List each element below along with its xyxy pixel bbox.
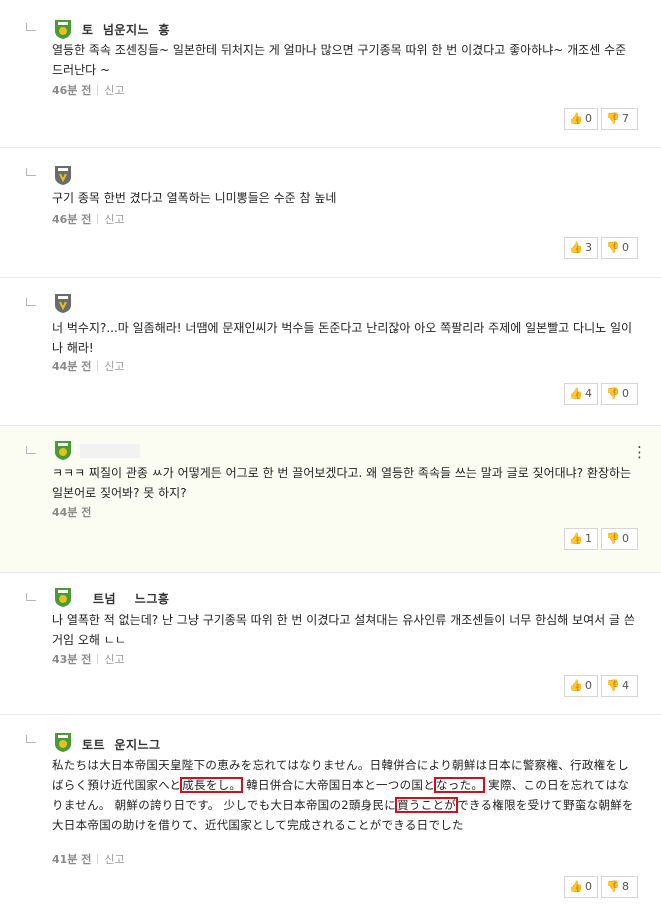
user-level-badge-icon bbox=[55, 588, 71, 607]
comment-item: 토 넘운지느 흥 열등한 족속 조센징들~ 일본한테 뒤처지는 게 얼마나 많으… bbox=[0, 0, 661, 148]
comment-text: 열등한 족속 조센징들~ 일본한테 뒤처지는 게 얼마나 많으면 구기종목 따위… bbox=[52, 43, 627, 77]
thumbs-down-icon: 👎 bbox=[606, 112, 620, 125]
dislike-button[interactable]: 👎 0 bbox=[601, 237, 638, 259]
vote-group: 👍 0 👎 8 bbox=[564, 876, 638, 898]
thumbs-up-icon: 👍 bbox=[569, 532, 583, 545]
user-level-badge-icon bbox=[55, 166, 71, 185]
comment-item: 너 벅수지?...마 일좀해라! 너땜에 문재인씨가 벅수들 돈준다고 난리잖아… bbox=[0, 278, 661, 426]
thumbs-up-icon: 👍 bbox=[569, 112, 583, 125]
comment-meta: 41분 전 신고 bbox=[52, 851, 125, 867]
thumbs-down-icon: 👎 bbox=[606, 241, 620, 254]
report-link[interactable]: 신고 bbox=[104, 853, 124, 866]
like-button[interactable]: 👍 1 bbox=[564, 528, 598, 550]
like-count: 1 bbox=[585, 532, 592, 545]
user-level-badge-icon bbox=[55, 441, 71, 460]
thumbs-up-icon: 👍 bbox=[569, 679, 583, 692]
thumbs-up-icon: 👍 bbox=[569, 880, 583, 893]
vote-group: 👍 1 👎 0 bbox=[564, 528, 638, 550]
dislike-button[interactable]: 👎 8 bbox=[601, 876, 638, 898]
comment-meta: 44분 전 신고 bbox=[52, 358, 125, 374]
user-level-badge-icon bbox=[55, 20, 71, 39]
comment-text: 私たちは大日本帝国天皇陛下の恵みを忘れてはなりません。日韓併合により朝鮮は日本に… bbox=[52, 755, 637, 835]
comment-time: 43분 전 bbox=[52, 653, 92, 666]
vote-group: 👍 3 👎 0 bbox=[564, 237, 638, 259]
dislike-count: 0 bbox=[622, 387, 629, 400]
like-button[interactable]: 👍 0 bbox=[564, 108, 598, 130]
dislike-count: 7 bbox=[622, 112, 629, 125]
comment-text: 구기 종목 한번 겼다고 열폭하는 니미뽕들은 수준 참 높네 bbox=[52, 191, 337, 205]
highlighted-phrase: 買うことが bbox=[395, 797, 459, 813]
comment-meta: 46분 전 신고 bbox=[52, 211, 125, 227]
divider bbox=[97, 854, 99, 864]
reply-arrow-icon bbox=[26, 593, 36, 601]
reply-arrow-icon bbox=[26, 735, 36, 743]
like-count: 4 bbox=[585, 387, 592, 400]
vote-group: 👍 0 👎 4 bbox=[564, 675, 638, 697]
comment-time: 44분 전 bbox=[52, 360, 92, 373]
thumbs-up-icon: 👍 bbox=[569, 241, 583, 254]
like-count: 0 bbox=[585, 112, 592, 125]
dislike-button[interactable]: 👎 0 bbox=[601, 528, 638, 550]
reply-arrow-icon bbox=[26, 23, 36, 31]
reply-arrow-icon bbox=[26, 446, 36, 454]
thumbs-down-icon: 👎 bbox=[606, 880, 620, 893]
comment-author-redacted bbox=[80, 444, 140, 458]
comment-author[interactable]: 토트 운지느그 bbox=[82, 736, 161, 753]
comment-time: 41분 전 bbox=[52, 853, 92, 866]
user-level-badge-icon bbox=[55, 733, 71, 752]
comment-author[interactable]: 트넘 느그흥 bbox=[93, 590, 169, 607]
thumbs-down-icon: 👎 bbox=[606, 387, 620, 400]
dislike-count: 0 bbox=[622, 241, 629, 254]
comment-meta: 46분 전 신고 bbox=[52, 82, 125, 98]
comment-item: ⋮ ㅋㅋㅋ 찌질이 관종 ㅆ가 어떻게든 어그로 한 번 끌어보겠다고. 왜 열… bbox=[0, 426, 661, 573]
reply-arrow-icon bbox=[26, 298, 36, 306]
vote-group: 👍 4 👎 0 bbox=[564, 383, 638, 405]
comment-time: 46분 전 bbox=[52, 213, 92, 226]
comment-time: 44분 전 bbox=[52, 506, 92, 519]
like-button[interactable]: 👍 0 bbox=[564, 675, 598, 697]
more-options-icon[interactable]: ⋮ bbox=[632, 445, 647, 460]
comment-text: ㅋㅋㅋ 찌질이 관종 ㅆ가 어떻게든 어그로 한 번 끌어보겠다고. 왜 열등한… bbox=[52, 466, 632, 500]
user-level-badge-icon bbox=[55, 294, 71, 313]
comment-item: 토트 운지느그 私たちは大日本帝国天皇陛下の恵みを忘れてはなりません。日韓併合に… bbox=[0, 715, 661, 918]
thumbs-down-icon: 👎 bbox=[606, 679, 620, 692]
vote-group: 👍 0 👎 7 bbox=[564, 108, 638, 130]
like-button[interactable]: 👍 4 bbox=[564, 383, 598, 405]
report-link[interactable]: 신고 bbox=[104, 653, 124, 666]
dislike-button[interactable]: 👎 4 bbox=[601, 675, 638, 697]
highlighted-phrase: なった。 bbox=[433, 777, 486, 793]
like-button[interactable]: 👍 3 bbox=[564, 237, 598, 259]
comment-text: 너 벅수지?...마 일좀해라! 너땜에 문재인씨가 벅수들 돈준다고 난리잖아… bbox=[52, 321, 633, 355]
comment-author[interactable]: 토 넘운지느 흥 bbox=[82, 21, 170, 38]
divider bbox=[97, 361, 99, 371]
thumbs-up-icon: 👍 bbox=[569, 387, 583, 400]
dislike-button[interactable]: 👎 7 bbox=[601, 108, 638, 130]
divider bbox=[97, 214, 99, 224]
comment-meta: 44분 전 bbox=[52, 504, 91, 520]
comment-meta: 43분 전 신고 bbox=[52, 651, 125, 667]
reply-arrow-icon bbox=[26, 168, 36, 176]
comment-text-part: 韓日併合に大帝国日本と一つの国と bbox=[242, 778, 435, 792]
comment-item: 트넘 느그흥 나 열폭한 적 없는데? 난 그냥 구기종목 따위 한 번 이겼다… bbox=[0, 573, 661, 715]
dislike-button[interactable]: 👎 0 bbox=[601, 383, 638, 405]
dislike-count: 8 bbox=[622, 880, 629, 893]
divider bbox=[97, 85, 99, 95]
like-button[interactable]: 👍 0 bbox=[564, 876, 598, 898]
comment-item: 구기 종목 한번 겼다고 열폭하는 니미뽕들은 수준 참 높네 46분 전 신고 … bbox=[0, 148, 661, 278]
dislike-count: 4 bbox=[622, 679, 629, 692]
report-link[interactable]: 신고 bbox=[104, 213, 124, 226]
comment-time: 46분 전 bbox=[52, 84, 92, 97]
report-link[interactable]: 신고 bbox=[104, 360, 124, 373]
like-count: 3 bbox=[585, 241, 592, 254]
like-count: 0 bbox=[585, 880, 592, 893]
highlighted-phrase: 成長をし。 bbox=[180, 777, 244, 793]
dislike-count: 0 bbox=[622, 532, 629, 545]
like-count: 0 bbox=[585, 679, 592, 692]
divider bbox=[97, 654, 99, 664]
report-link[interactable]: 신고 bbox=[104, 84, 124, 97]
thumbs-down-icon: 👎 bbox=[606, 532, 620, 545]
comment-text: 나 열폭한 적 없는데? 난 그냥 구기종목 따위 한 번 이겼다고 설쳐대는 … bbox=[52, 613, 635, 647]
